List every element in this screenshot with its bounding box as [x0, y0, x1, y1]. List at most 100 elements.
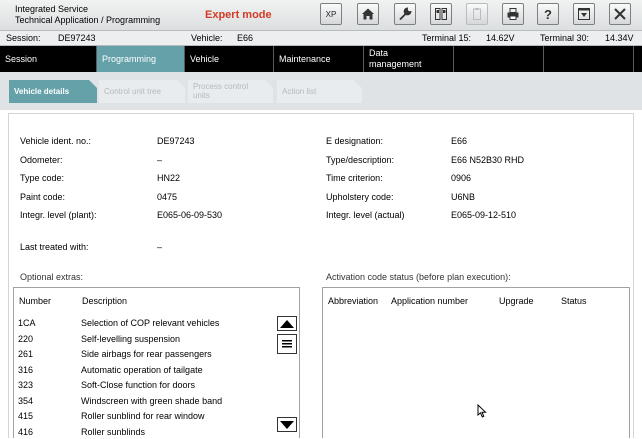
- scroll-thumb[interactable]: [277, 334, 297, 354]
- app-title: Integrated Service Technical Application…: [15, 4, 160, 26]
- activation-status-title: Activation code status (before plan exec…: [326, 272, 511, 282]
- integr-level-actual-label: Integr. level (actual): [326, 210, 405, 220]
- extra-number: 316: [18, 365, 33, 375]
- app-title-line2: Technical Application / Programming: [15, 15, 160, 26]
- xp-button[interactable]: XP: [320, 3, 342, 25]
- help-icon: ?: [541, 7, 555, 21]
- svg-text:?: ?: [544, 7, 552, 21]
- type-description-label: Type/description:: [326, 155, 394, 165]
- extra-number: 1CA: [18, 318, 36, 328]
- scroll-down-button[interactable]: [277, 417, 297, 432]
- tools-button[interactable]: [394, 3, 416, 25]
- session-label: Session:: [6, 33, 41, 43]
- extra-description: Soft-Close function for doors: [81, 380, 195, 390]
- optional-extras-list[interactable]: Number Description 1CASelection of COP r…: [13, 287, 300, 438]
- extra-number: 220: [18, 334, 33, 344]
- tab-control-unit-tree-label: Control unit tree: [104, 87, 161, 96]
- nav-maintenance[interactable]: Maintenance: [274, 46, 364, 72]
- type-code-value: HN22: [157, 173, 180, 183]
- scrollbar[interactable]: [277, 316, 297, 438]
- time-criterion-value: 0906: [451, 173, 471, 183]
- session-value: DE97243: [58, 33, 96, 43]
- extra-number: 261: [18, 349, 33, 359]
- tab-action-list[interactable]: Action list: [277, 80, 362, 103]
- vin-value: DE97243: [157, 136, 195, 146]
- terminal-15-label: Terminal 15:: [422, 33, 471, 43]
- list-item[interactable]: 261 Side airbags for rear passengers: [14, 346, 276, 362]
- title-bar: Integrated Service Technical Application…: [0, 0, 642, 31]
- sub-nav: Vehicle details Control unit tree Proces…: [0, 72, 642, 110]
- printer-icon: [506, 7, 520, 21]
- tab-vehicle-details-label: Vehicle details: [14, 87, 69, 96]
- extra-description: Self-levelling suspension: [81, 334, 180, 344]
- terminal-30-value: 14.34V: [605, 33, 634, 43]
- type-code-label: Type code:: [20, 173, 64, 183]
- odometer-value: –: [157, 155, 162, 165]
- list-item[interactable]: 415 Roller sunblind for rear window: [14, 408, 276, 424]
- nav-programming-label: Programming: [102, 54, 156, 64]
- nav-programming[interactable]: Programming: [97, 46, 185, 72]
- extra-description: Automatic operation of tailgate: [81, 365, 203, 375]
- upholstery-code-label: Upholstery code:: [326, 192, 394, 202]
- col-status: Status: [561, 296, 587, 306]
- session-bar: Session: DE97243 Vehicle: E66 Terminal 1…: [0, 31, 642, 46]
- extra-number: 416: [18, 427, 33, 437]
- last-treated-label: Last treated with:: [20, 242, 89, 252]
- tab-process-line1: Process control: [193, 82, 248, 91]
- main-nav: Session Programming Vehicle Maintenance …: [0, 46, 642, 72]
- list-item[interactable]: 1CASelection of COP relevant vehicles: [14, 315, 276, 331]
- nav-vehicle-label: Vehicle: [190, 54, 219, 64]
- tab-vehicle-details[interactable]: Vehicle details: [9, 80, 97, 103]
- nav-vehicle[interactable]: Vehicle: [185, 46, 274, 72]
- list-item[interactable]: 354 Windscreen with green shade band: [14, 393, 276, 409]
- help-button[interactable]: ?: [537, 3, 559, 25]
- paint-code-label: Paint code:: [20, 192, 65, 202]
- extra-description: Roller sunblinds: [81, 427, 145, 437]
- activation-status-list[interactable]: Abbreviation Application number Upgrade …: [322, 287, 630, 438]
- col-number: Number: [19, 296, 51, 306]
- time-criterion-label: Time criterion:: [326, 173, 383, 183]
- nav-data-management[interactable]: Data management: [364, 46, 454, 72]
- vehicle-label: Vehicle:: [191, 33, 223, 43]
- close-button[interactable]: [609, 3, 631, 25]
- tab-process-control-units[interactable]: Process control units: [188, 80, 273, 103]
- list-item[interactable]: 316 Automatic operation of tailgate: [14, 362, 276, 378]
- col-abbreviation: Abbreviation: [328, 296, 378, 306]
- minimize-button[interactable]: [573, 3, 595, 25]
- extra-number: 415: [18, 411, 33, 421]
- app-title-line1: Integrated Service: [15, 4, 160, 15]
- type-description-value: E66 N52B30 RHD: [451, 155, 524, 165]
- device-icon: [434, 7, 448, 21]
- tab-action-list-label: Action list: [282, 87, 316, 96]
- list-item[interactable]: 220 Self-levelling suspension: [14, 331, 276, 347]
- arrow-up-icon: [280, 320, 294, 328]
- extra-description: Roller sunblind for rear window: [81, 411, 205, 421]
- grip-icon: [282, 339, 292, 349]
- home-button[interactable]: [357, 3, 379, 25]
- nav-session-label: Session: [5, 54, 37, 64]
- col-application-number: Application number: [391, 296, 468, 306]
- nav-session[interactable]: Session: [0, 46, 97, 72]
- clipboard-button[interactable]: [466, 3, 488, 25]
- wrench-icon: [398, 7, 412, 21]
- nav-data-management-line1: Data: [369, 48, 453, 59]
- print-button[interactable]: [502, 3, 524, 25]
- device-button[interactable]: [430, 3, 452, 25]
- nav-data-management-line2: management: [369, 59, 453, 70]
- list-item[interactable]: 323 Soft-Close function for doors: [14, 377, 276, 393]
- tab-process-control-units-label: Process control units: [193, 82, 248, 100]
- extra-description: Side airbags for rear passengers: [81, 349, 212, 359]
- clipboard-icon: [470, 7, 484, 21]
- extra-number: 323: [18, 380, 33, 390]
- close-icon: [613, 7, 627, 21]
- list-item[interactable]: 416 Roller sunblinds: [14, 424, 276, 439]
- vehicle-value: E66: [237, 33, 253, 43]
- extra-number: 354: [18, 396, 33, 406]
- extra-description: Windscreen with green shade band: [81, 396, 222, 406]
- scroll-up-button[interactable]: [277, 316, 297, 331]
- terminal-30-label: Terminal 30:: [540, 33, 589, 43]
- last-treated-value: –: [157, 242, 162, 252]
- e-designation-value: E66: [451, 136, 467, 146]
- tab-control-unit-tree[interactable]: Control unit tree: [99, 80, 185, 103]
- optional-extras-title: Optional extras:: [20, 272, 83, 282]
